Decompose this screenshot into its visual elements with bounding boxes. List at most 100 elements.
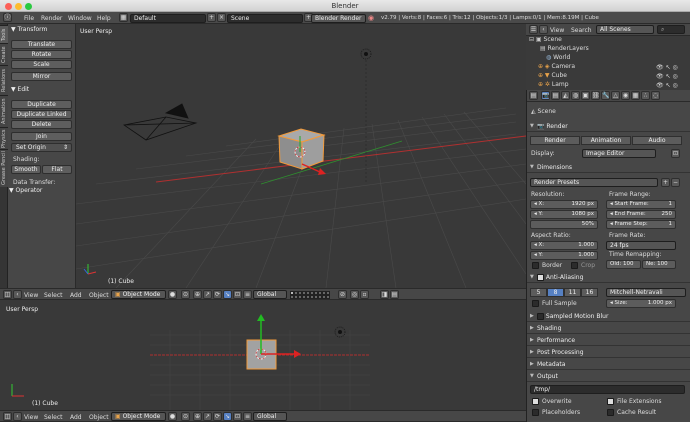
menu-file[interactable]: File	[24, 15, 34, 22]
motion-blur-panel-header[interactable]: Sampled Motion Blur	[527, 311, 690, 322]
add-layout-icon[interactable]: +	[207, 13, 216, 22]
zoom-window-button[interactable]	[25, 3, 32, 10]
data-context-icon[interactable]: △	[611, 91, 620, 100]
rotate-manip-icon[interactable]: ⟳	[213, 412, 222, 421]
physics-context-icon[interactable]: ◌	[651, 91, 660, 100]
tab-relations[interactable]: Relations	[0, 65, 8, 95]
visibility-toggles[interactable]: 👁 ↖ ◎ 👁 ↖ ◎ 👁 ↖ ◎	[656, 63, 678, 90]
outliner-menu-search[interactable]: Search	[571, 27, 592, 34]
set-origin-select[interactable]: Set Origin ⇕	[11, 143, 72, 152]
render-anim-icon[interactable]: ▤	[390, 290, 399, 299]
mirror-button[interactable]: Mirror	[11, 72, 72, 81]
start-frame-field[interactable]: ◂ Start Frame: 1	[606, 200, 676, 209]
metadata-panel-header[interactable]: Metadata	[527, 359, 690, 370]
outliner-row-lamp[interactable]: ⊕ ✲ Lamp	[538, 81, 569, 88]
world-context-icon[interactable]: ◍	[571, 91, 580, 100]
output-path-input[interactable]: /tmp/	[530, 385, 685, 394]
texture-context-icon[interactable]: ▦	[631, 91, 640, 100]
aa-sample-5[interactable]: 5	[530, 288, 547, 297]
outliner-row-cube[interactable]: ⊕ ▼ Cube	[538, 72, 567, 79]
particles-context-icon[interactable]: ∴	[641, 91, 650, 100]
snap-element-icon[interactable]: ▫	[360, 290, 369, 299]
translate-manip-icon[interactable]: ↗	[203, 412, 212, 421]
render-context-icon[interactable]: 📷	[541, 91, 550, 100]
render-panel-header[interactable]: 📷 Render	[527, 121, 690, 132]
overwrite-checkbox[interactable]	[532, 398, 539, 405]
viewport-shading-icon[interactable]: ●	[168, 412, 177, 421]
collapse-menus-icon[interactable]: ‹	[13, 412, 22, 421]
dimensions-panel-header[interactable]: Dimensions	[527, 162, 690, 173]
renderlayers-context-icon[interactable]: ▤	[551, 91, 560, 100]
translate-manip-icon[interactable]: ↗	[203, 290, 212, 299]
pivot-point-icon[interactable]: ⊙	[181, 290, 190, 299]
menu-object[interactable]: Object	[89, 292, 109, 299]
border-checkbox[interactable]	[532, 262, 539, 269]
transform-mode-icon[interactable]: ⊡	[233, 290, 242, 299]
menu-view[interactable]: View	[24, 292, 38, 299]
outliner-search-input[interactable]: ⌕	[657, 25, 685, 34]
menu-render[interactable]: Render	[41, 15, 62, 22]
tab-grease-pencil[interactable]: Grease Pencil	[0, 149, 8, 187]
material-context-icon[interactable]: ◉	[621, 91, 630, 100]
smooth-button[interactable]: Smooth	[11, 165, 41, 174]
crop-checkbox[interactable]	[571, 262, 578, 269]
minimize-window-button[interactable]	[15, 3, 22, 10]
duplicate-linked-button[interactable]: Duplicate Linked	[11, 110, 72, 119]
fps-select[interactable]: 24 fps	[606, 241, 676, 250]
menu-add[interactable]: Add	[70, 292, 82, 299]
manipulator-icon[interactable]: ⊕	[193, 290, 202, 299]
lamp-object[interactable]	[360, 48, 372, 184]
screen-layout-icon[interactable]: ▦	[119, 13, 128, 22]
placeholders-checkbox[interactable]	[532, 409, 539, 416]
camera-object[interactable]	[122, 103, 198, 141]
outliner-editor-icon[interactable]: ☰	[529, 25, 538, 34]
tab-physics[interactable]: Physics	[0, 127, 8, 149]
aa-size-field[interactable]: ◂ Size: 1.000 px	[606, 299, 676, 308]
menu-view[interactable]: View	[24, 414, 38, 421]
render-audio-button[interactable]: Audio	[632, 136, 682, 145]
time-old-field[interactable]: Old: 100	[606, 260, 641, 269]
performance-panel-header[interactable]: Performance	[527, 335, 690, 346]
delete-button[interactable]: Delete	[11, 120, 72, 129]
anti-aliasing-panel-header[interactable]: Anti-Aliasing	[527, 272, 690, 283]
aa-filter-select[interactable]: Mitchell-Netravali	[606, 288, 686, 297]
resolution-percent-field[interactable]: 50%	[530, 220, 598, 229]
editor-type-icon[interactable]: ◫	[3, 412, 12, 421]
snap-icon[interactable]: ◎	[350, 290, 359, 299]
cache-result-checkbox[interactable]	[607, 409, 614, 416]
shading-panel-header[interactable]: Shading	[527, 323, 690, 334]
file-extensions-checkbox[interactable]	[607, 398, 614, 405]
screen-layout-field[interactable]: Default	[130, 14, 206, 23]
edit-panel-header[interactable]: ▼ Edit	[11, 86, 29, 93]
render-presets-select[interactable]: Render Presets	[530, 178, 658, 187]
tab-tools[interactable]: Tools	[0, 25, 8, 43]
duplicate-button[interactable]: Duplicate	[11, 100, 72, 109]
layers-icon[interactable]: ≡	[243, 290, 252, 299]
menu-help[interactable]: Help	[97, 15, 111, 22]
orientation-select[interactable]: Global	[253, 412, 287, 421]
full-sample-checkbox[interactable]	[532, 300, 539, 307]
viewport-bottom[interactable]: User Persp (1) Cube	[0, 300, 526, 410]
outliner-display-select[interactable]: All Scenes	[596, 25, 654, 34]
aa-sample-11[interactable]: 11	[564, 288, 581, 297]
aspect-x-field[interactable]: ◂ X: 1.000	[530, 241, 598, 250]
remove-preset-icon[interactable]: −	[671, 178, 680, 187]
outliner-row-world[interactable]: ◍ World	[546, 54, 570, 61]
aspect-y-field[interactable]: ◂ Y: 1.000	[530, 251, 598, 260]
output-panel-header[interactable]: Output	[527, 371, 690, 382]
menu-add[interactable]: Add	[70, 414, 82, 421]
time-new-field[interactable]: Ne: 100	[642, 260, 676, 269]
outliner-menu-view[interactable]: View	[550, 27, 564, 34]
bottom-lamp-object[interactable]	[334, 326, 346, 338]
scene-context-icon[interactable]: ◭	[561, 91, 570, 100]
cube-object[interactable]	[277, 128, 326, 175]
scene-field[interactable]: Scene	[227, 14, 303, 23]
scale-manip-icon[interactable]: ↘	[223, 290, 232, 299]
render-engine-select[interactable]: Blender Render	[311, 14, 366, 23]
bottom-cube-object[interactable]	[246, 314, 301, 370]
collapse-menus-icon[interactable]: ‹	[13, 290, 22, 299]
rotate-button[interactable]: Rotate	[11, 50, 72, 59]
object-context-icon[interactable]: ▣	[581, 91, 590, 100]
tab-create[interactable]: Create	[0, 43, 8, 65]
render-preview-icon[interactable]: ◨	[380, 290, 389, 299]
